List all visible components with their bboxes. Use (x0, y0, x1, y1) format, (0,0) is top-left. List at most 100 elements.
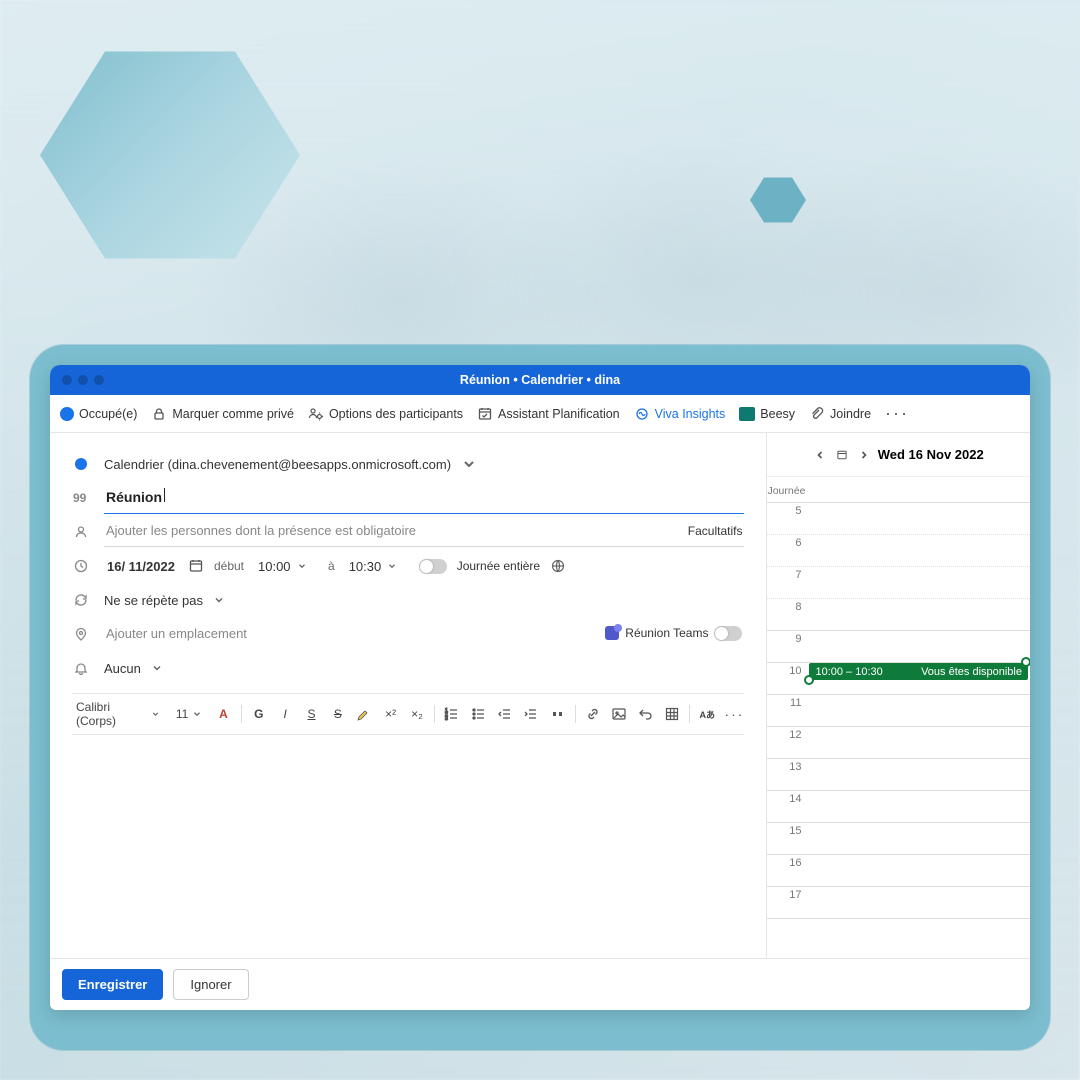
subject-row: 99 Réunion (72, 481, 744, 515)
start-time-select[interactable]: 10:00 (254, 557, 318, 576)
scheduling-assistant-button[interactable]: Assistant Planification (477, 406, 620, 422)
table-button[interactable] (663, 704, 681, 724)
resize-handle-end[interactable] (1021, 657, 1030, 667)
quote-button[interactable] (548, 704, 566, 724)
mark-private-button[interactable]: Marquer comme privé (151, 406, 294, 422)
participant-options-button[interactable]: Options des participants (308, 406, 463, 422)
hour-6: 6 (767, 535, 809, 549)
subject-input[interactable]: Réunion (104, 482, 744, 514)
recurrence-row: Ne se répète pas (72, 583, 744, 617)
device-frame: Réunion • Calendrier • dina Occupé(e) Ma… (30, 345, 1050, 1050)
optional-attendees-link[interactable]: Facultatifs (688, 524, 743, 538)
format-more-button[interactable]: ··· (724, 704, 744, 724)
datetime-row: 16/ 11/2022 début 10:00 à 10:30 (72, 549, 744, 583)
person-icon (73, 524, 89, 540)
hour-9: 9 (767, 631, 809, 645)
end-time-select[interactable]: 10:30 (345, 557, 409, 576)
timezone-icon[interactable] (550, 558, 566, 574)
underline-button[interactable]: S (302, 704, 320, 724)
allday-row: Journée (767, 477, 1030, 503)
font-family-select[interactable]: Calibri (Corps) (72, 700, 164, 728)
hour-12: 12 (767, 727, 809, 741)
event-time-label: 10:00 – 10:30 (815, 666, 882, 678)
link-button[interactable] (584, 704, 602, 724)
calendar-picker-row: Calendrier (dina.chevenement@beesapps.on… (72, 447, 744, 481)
window-title: Réunion • Calendrier • dina (460, 373, 620, 387)
date-navigator: Wed 16 Nov 2022 (767, 433, 1030, 477)
allday-toggle[interactable] (419, 559, 447, 574)
chevron-right-icon[interactable] (858, 449, 870, 461)
location-input[interactable]: Ajouter un emplacement (106, 626, 247, 641)
event-availability-label: Vous êtes disponible (921, 666, 1022, 678)
teams-toggle[interactable] (714, 626, 742, 641)
bell-icon (73, 660, 89, 676)
attach-button[interactable]: Joindre (809, 406, 871, 422)
status-label: Occupé(e) (79, 407, 137, 421)
status-busy[interactable]: Occupé(e) (60, 407, 137, 421)
viva-insights-button[interactable]: Viva Insights (634, 406, 726, 422)
hour-5: 5 (767, 503, 809, 517)
teams-label: Réunion Teams (625, 626, 708, 640)
date-input[interactable]: 16/ 11/2022 (104, 556, 178, 577)
more-button[interactable]: ··· (885, 403, 909, 424)
options-label: Options des participants (329, 407, 463, 421)
window-controls[interactable] (50, 375, 104, 385)
clock-icon (73, 558, 89, 574)
hour-8: 8 (767, 599, 809, 613)
bold-button[interactable]: G (250, 704, 268, 724)
private-label: Marquer comme privé (172, 407, 294, 421)
italic-button[interactable]: I (276, 704, 294, 724)
viva-label: Viva Insights (655, 407, 726, 421)
preview-date: Wed 16 Nov 2022 (878, 447, 984, 462)
format-toolbar: Calibri (Corps) 11 A G I S S ×² ×₂ 123 (72, 693, 744, 735)
teams-icon (605, 626, 619, 640)
to-label: à (328, 559, 335, 573)
discard-button[interactable]: Ignorer (173, 969, 248, 1000)
recurrence-select[interactable]: Ne se répète pas (104, 593, 203, 608)
svg-text:3: 3 (445, 716, 448, 722)
bullet-list-button[interactable] (469, 704, 487, 724)
chevron-down-icon (151, 662, 163, 674)
ribbon-toolbar: Occupé(e) Marquer comme privé Options de… (50, 395, 1030, 433)
clear-format-button[interactable]: Aあ (698, 704, 716, 724)
undo-button[interactable] (636, 704, 654, 724)
start-label: début (214, 559, 244, 573)
chevron-down-icon[interactable] (461, 456, 477, 472)
numbered-list-button[interactable]: 123 (443, 704, 461, 724)
lock-icon (151, 406, 167, 422)
paperclip-icon (809, 406, 825, 422)
hour-17: 17 (767, 887, 809, 901)
calendar-picker-icon[interactable] (188, 558, 204, 574)
calendar-color-dot (75, 458, 87, 470)
outdent-button[interactable] (496, 704, 514, 724)
body-editor[interactable] (72, 735, 744, 948)
required-attendees-input[interactable]: Ajouter les personnes dont la présence e… (104, 517, 744, 547)
indent-button[interactable] (522, 704, 540, 724)
hour-7: 7 (767, 567, 809, 581)
image-button[interactable] (610, 704, 628, 724)
highlight-button[interactable] (355, 704, 373, 724)
location-icon (73, 626, 89, 642)
day-grid[interactable]: Journée 5 6 7 8 9 10 11 12 13 14 15 16 1… (767, 477, 1030, 958)
attendees-row: Ajouter les personnes dont la présence e… (72, 515, 744, 549)
strike-button[interactable]: S (329, 704, 347, 724)
calendar-small-icon[interactable] (834, 447, 850, 463)
assistant-label: Assistant Planification (498, 407, 620, 421)
reminder-row: Aucun (72, 651, 744, 685)
event-form: Calendrier (dina.chevenement@beesapps.on… (50, 433, 766, 958)
svg-text:99: 99 (73, 491, 87, 505)
beesy-button[interactable]: Beesy (739, 407, 795, 421)
calendar-name[interactable]: Calendrier (dina.chevenement@beesapps.on… (104, 457, 451, 472)
subscript-button[interactable]: ×₂ (408, 704, 426, 724)
reminder-select[interactable]: Aucun (104, 661, 141, 676)
superscript-button[interactable]: ×² (381, 704, 399, 724)
proposed-event-block[interactable]: 10:00 – 10:30 Vous êtes disponible (809, 663, 1028, 680)
chevron-down-icon (297, 561, 307, 571)
chevron-left-icon[interactable] (814, 449, 826, 461)
allday-label: Journée entière (457, 559, 540, 573)
save-button[interactable]: Enregistrer (62, 969, 163, 1000)
attendees-placeholder: Ajouter les personnes dont la présence e… (106, 523, 416, 538)
font-color-button[interactable]: A (214, 704, 232, 724)
font-size-select[interactable]: 11 (172, 707, 206, 721)
hexagon-small-decoration (750, 175, 806, 225)
